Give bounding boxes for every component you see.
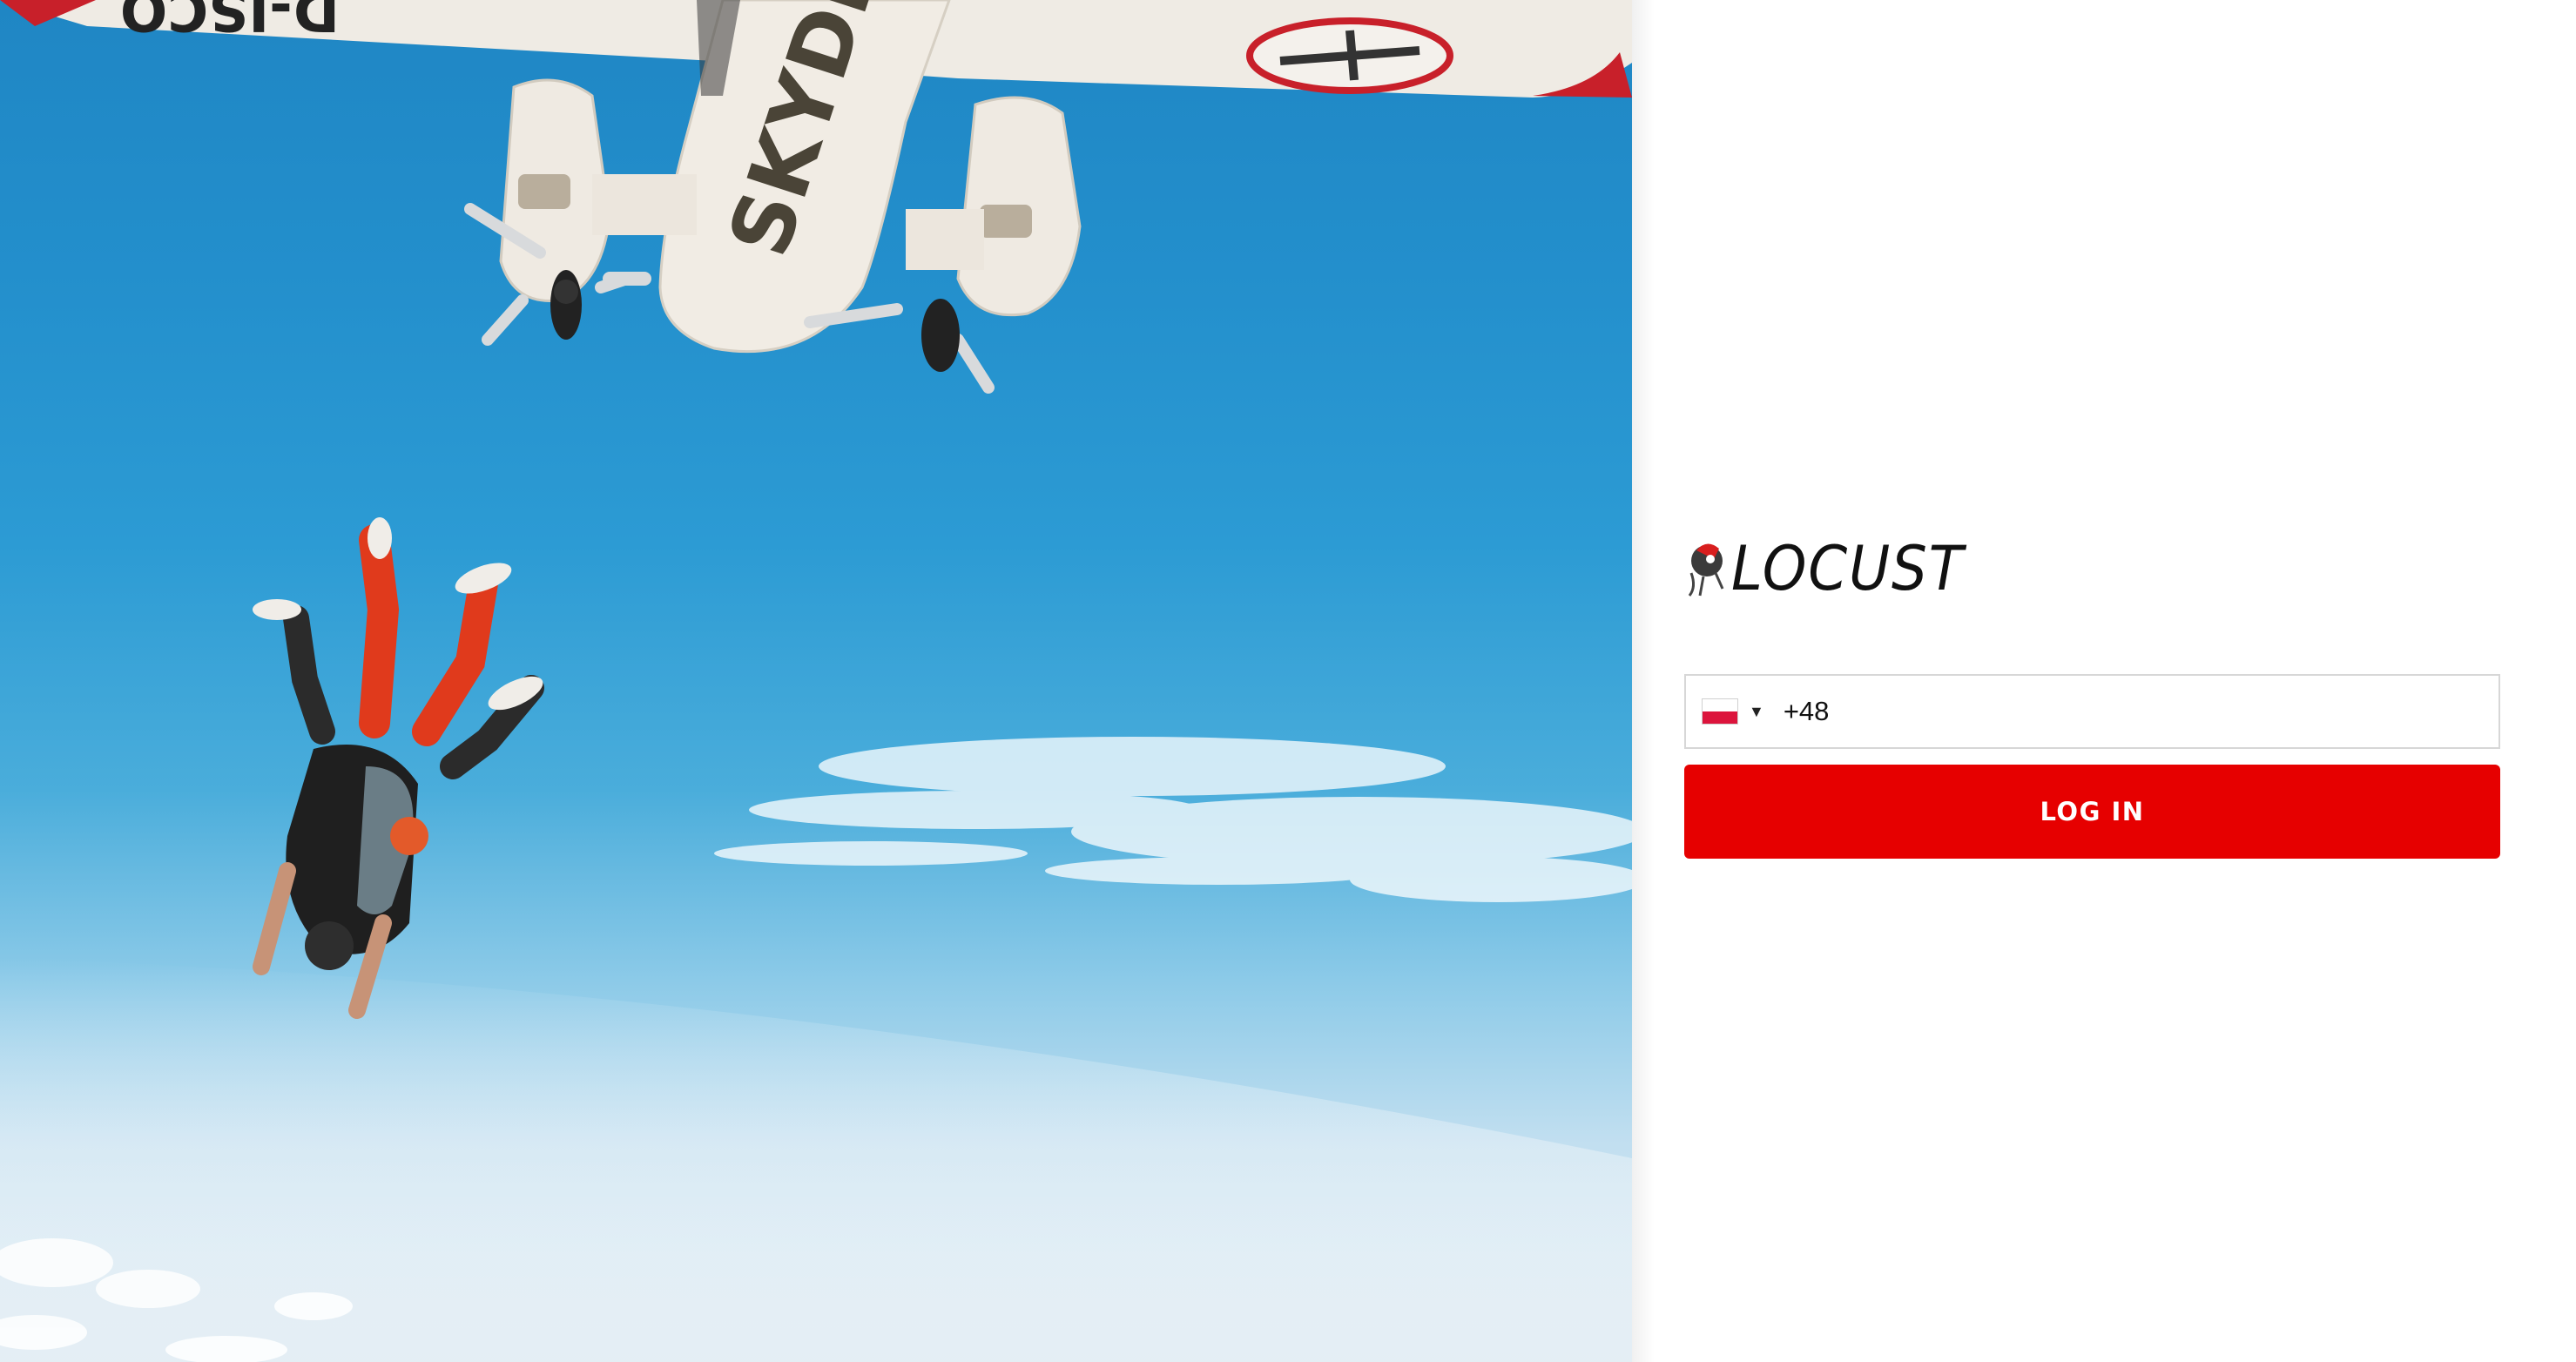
panel-divider-shadow (1632, 0, 1655, 1362)
brand-header: LOCUST (1684, 531, 1985, 606)
skydivers (253, 517, 544, 1019)
hero-illustration: D-ISCO SKYDIVE (0, 0, 1632, 1362)
brand-name: LOCUST (1731, 533, 1965, 604)
locust-logo-icon (1688, 543, 1724, 597)
login-button[interactable]: LOG IN (1684, 765, 2500, 859)
horizon-haze (0, 958, 1632, 1362)
triangle-down-icon: ▼ (1749, 703, 1764, 720)
phone-input[interactable] (1783, 676, 2498, 747)
phone-number-field: ▼ (1684, 674, 2500, 749)
country-code-select[interactable]: ▼ (1686, 676, 1764, 747)
hero-skydive-photo: D-ISCO SKYDIVE (0, 0, 1632, 1362)
poland-flag-icon (1702, 698, 1738, 725)
clouds (714, 737, 1632, 902)
aircraft-registration: D-ISCO (120, 0, 340, 42)
airplane: D-ISCO SKYDIVE (0, 0, 1632, 394)
